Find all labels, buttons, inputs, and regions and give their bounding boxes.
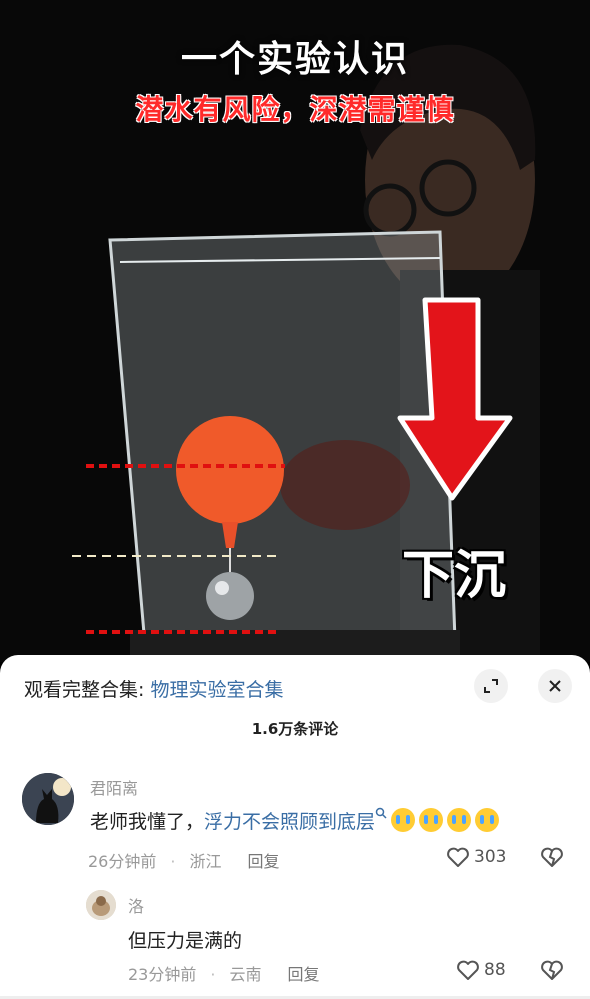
collection-name[interactable]: 物理实验室合集	[150, 679, 283, 701]
video-player[interactable]: 一个实验认识 潜水有风险，深潜需谨慎 下沉	[0, 0, 590, 662]
comment-meta: 26分钟前 · 浙江 回复	[88, 848, 294, 872]
reply-avatar-image	[86, 890, 116, 920]
comment-location: 浙江	[189, 852, 222, 871]
video-title: 一个实验认识	[180, 39, 409, 80]
collection-link[interactable]: 观看完整合集: 物理实验室合集	[24, 675, 283, 702]
comments-panel: 观看完整合集: 物理实验室合集 1.6万条评论 君陌离 老师我懂了，浮力不会照顾…	[0, 655, 590, 999]
expand-icon	[484, 679, 498, 693]
comment-search-link[interactable]: 浮力不会照顾到底层	[204, 811, 375, 833]
broken-heart-icon	[541, 960, 563, 980]
expand-button[interactable]	[474, 669, 508, 703]
cat-avatar-image	[22, 773, 74, 825]
dislike-button[interactable]	[540, 959, 564, 981]
close-icon	[549, 680, 561, 692]
crying-emoji-icon	[419, 808, 444, 832]
comment-meta: 23分钟前 · 云南 回复	[128, 961, 334, 985]
meta-separator: ·	[210, 965, 216, 984]
avatar[interactable]	[86, 890, 116, 920]
crying-emoji-icon	[475, 808, 500, 832]
crying-emoji-icon	[447, 808, 472, 832]
close-button[interactable]	[538, 669, 572, 703]
comment-username[interactable]: 君陌离	[90, 775, 138, 799]
reply-button[interactable]: 回复	[247, 852, 279, 871]
comment-count: 1.6万条评论	[251, 720, 339, 738]
comment-text: 老师我懂了，浮力不会照顾到底层	[90, 807, 500, 834]
comment-text-plain: 老师我懂了，	[90, 811, 205, 833]
like-button[interactable]: 88	[456, 959, 506, 981]
comment-time: 26分钟前	[88, 852, 157, 871]
comment-username[interactable]: 洛	[128, 893, 144, 917]
avatar[interactable]	[22, 773, 74, 825]
like-count: 88	[484, 960, 506, 980]
comment-time: 23分钟前	[128, 965, 197, 984]
sink-label: 下沉	[402, 546, 507, 606]
like-count: 303	[474, 847, 507, 867]
dislike-button[interactable]	[540, 846, 564, 868]
collection-prefix: 观看完整合集:	[24, 679, 145, 701]
crying-emoji-icon	[391, 808, 416, 832]
heart-icon	[447, 847, 469, 867]
search-icon	[375, 807, 387, 819]
video-subtitle: 潜水有风险，深潜需谨慎	[135, 93, 455, 126]
reply-button[interactable]: 回复	[287, 965, 319, 984]
comment-text: 但压力是满的	[128, 930, 243, 952]
heart-icon	[457, 960, 479, 980]
like-button[interactable]: 303	[446, 846, 506, 868]
meta-separator: ·	[170, 852, 176, 871]
comment-location: 云南	[229, 965, 262, 984]
broken-heart-icon	[541, 847, 563, 867]
